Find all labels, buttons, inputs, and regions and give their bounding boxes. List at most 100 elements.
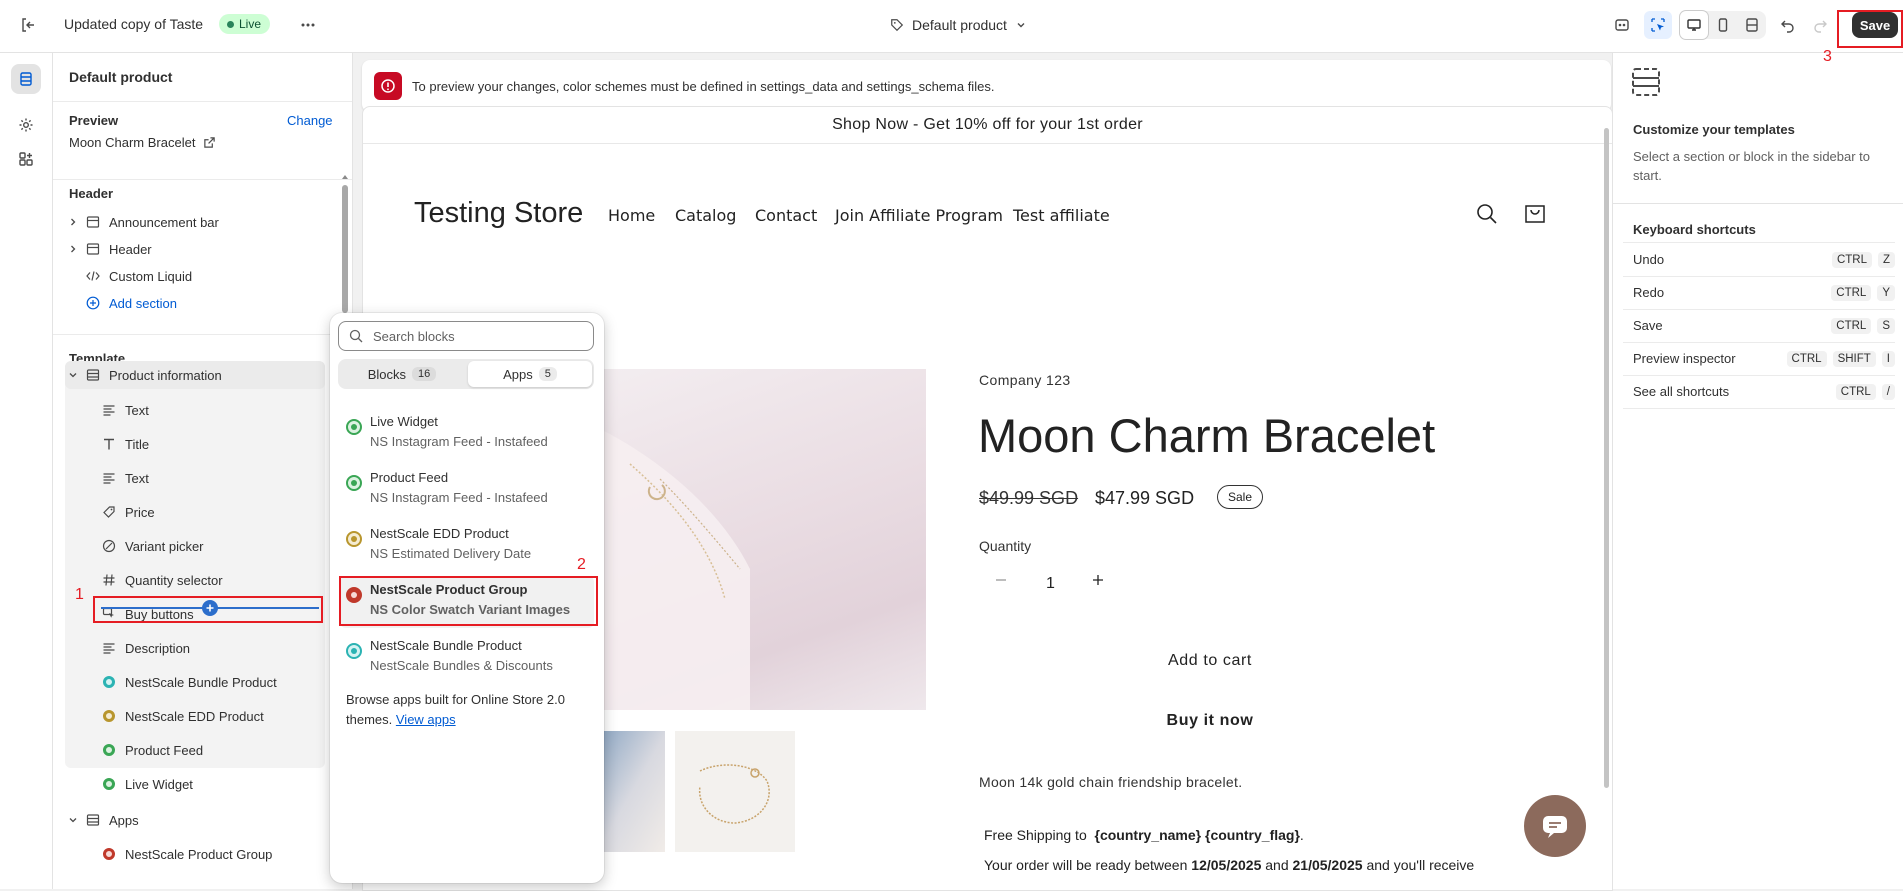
block-variant-picker[interactable]: Variant picker (101, 532, 352, 560)
buy-it-now-button[interactable]: Buy it now (979, 696, 1441, 746)
sections-icon[interactable] (11, 64, 41, 94)
product-thumbnail-1[interactable] (600, 731, 665, 852)
block-price[interactable]: Price (101, 498, 352, 526)
sidebar-item-product-information[interactable]: Product information (65, 361, 337, 389)
preview-product[interactable]: Moon Charm Bracelet (69, 135, 216, 150)
nav-contact[interactable]: Contact (755, 206, 817, 225)
annotation-number-1: 1 (75, 586, 84, 603)
block-text[interactable]: Text (101, 396, 352, 424)
sidebar-item-announcement-bar[interactable]: Announcement bar (65, 208, 337, 236)
key: S (1877, 317, 1895, 334)
block-description[interactable]: Description (101, 634, 352, 662)
tab-apps[interactable]: Apps 5 (468, 361, 592, 387)
preview-scrollbar-thumb[interactable] (1604, 128, 1609, 788)
block-product-feed[interactable]: Product Feed (101, 736, 352, 764)
cart-icon[interactable] (1523, 201, 1547, 225)
change-preview-link[interactable]: Change (287, 113, 333, 128)
annotation-number-2: 2 (577, 556, 586, 573)
redo-icon[interactable] (1806, 11, 1834, 39)
section-icon (85, 812, 101, 828)
banner-message: To preview your changes, color schemes m… (412, 78, 995, 94)
annotation-box-3 (1837, 10, 1903, 48)
search-placeholder: Search blocks (373, 328, 455, 344)
nav-catalog[interactable]: Catalog (675, 206, 736, 225)
chevron-down-icon[interactable] (65, 367, 81, 383)
block-live-widget[interactable]: Live Widget (101, 770, 352, 798)
shortcut-see-all[interactable]: See all shortcuts CTRL / (1623, 375, 1895, 409)
nav-test-affiliate[interactable]: Test affiliate (1013, 206, 1110, 225)
quantity-increase-icon[interactable] (1092, 574, 1104, 586)
inspector-panel: Customize your templates Select a sectio… (1612, 53, 1903, 889)
divider (363, 143, 1612, 144)
theme-settings-icon[interactable] (12, 111, 40, 139)
browse-apps-note: Browse apps built for Online Store 2.0 t… (346, 690, 586, 730)
key: CTRL (1786, 350, 1827, 367)
block-title[interactable]: Title (101, 430, 352, 458)
select-element-icon[interactable] (1644, 11, 1672, 39)
scrollbar-thumb[interactable] (342, 185, 348, 313)
tab-blocks-count: 16 (412, 367, 437, 381)
full-width-icon[interactable] (1738, 11, 1766, 39)
desktop-view-icon[interactable] (1680, 11, 1708, 39)
block-label: NestScale Product Group (125, 846, 273, 862)
app-block-nestscale-edd-product[interactable]: NestScale EDD Product NS Estimated Deliv… (340, 520, 594, 572)
shortcut-label: Save (1633, 318, 1663, 333)
product-thumbnail-2[interactable] (675, 731, 795, 852)
add-section-button[interactable]: Add section (85, 289, 352, 317)
app-block-live-widget[interactable]: Live Widget NS Instagram Feed - Instafee… (340, 408, 594, 460)
section-icon (85, 214, 101, 230)
app-block-product-feed[interactable]: Product Feed NS Instagram Feed - Instafe… (340, 464, 594, 516)
chevron-right-icon[interactable] (65, 214, 81, 230)
chevron-down-icon[interactable] (65, 812, 81, 828)
tab-apps-label: Apps (503, 366, 533, 382)
block-nestscale-bundle-product[interactable]: NestScale Bundle Product (101, 668, 352, 696)
bundle-app-icon (346, 643, 362, 659)
chevron-right-icon[interactable] (65, 241, 81, 257)
inspector-icon[interactable] (1608, 11, 1636, 39)
product-main-image[interactable] (600, 369, 926, 710)
sidebar-item-label: Product information (109, 367, 222, 383)
block-nestscale-product-group[interactable]: NestScale Product Group (101, 840, 352, 868)
search-icon[interactable] (1476, 203, 1498, 225)
chevron-down-icon (1017, 23, 1025, 28)
app-block-nestscale-bundle-product[interactable]: NestScale Bundle Product NestScale Bundl… (340, 632, 594, 684)
live-badge: Live (219, 14, 271, 34)
nav-join-affiliate[interactable]: Join Affiliate Program (835, 206, 1003, 225)
sidebar-title: Default product (69, 69, 173, 85)
block-label: Price (125, 504, 155, 520)
block-text[interactable]: Text (101, 464, 352, 492)
annotation-box-1 (93, 596, 323, 623)
block-nestscale-edd-product[interactable]: NestScale EDD Product (101, 702, 352, 730)
store-logo[interactable]: Testing Store (414, 197, 583, 230)
shortcut-preview-inspector: Preview inspector CTRL SHIFT I (1623, 342, 1895, 376)
ready-date-2: 21/05/2025 (1292, 857, 1363, 873)
annotation-number-3: 3 (1823, 48, 1832, 65)
preview-label: Preview (69, 113, 119, 128)
sidebar-item-header[interactable]: Header (65, 235, 337, 263)
undo-icon[interactable] (1774, 11, 1802, 39)
exit-icon[interactable] (14, 11, 42, 39)
tab-apps-count: 5 (538, 367, 557, 381)
quantity-decrease-icon[interactable] (995, 574, 1007, 586)
price-compare-at: $49.99 SGD (979, 488, 1079, 508)
more-actions-icon[interactable] (294, 11, 322, 39)
block-quantity-selector[interactable]: Quantity selector (101, 566, 352, 594)
key: CTRL (1831, 251, 1872, 268)
tab-blocks[interactable]: Blocks 16 (340, 361, 464, 387)
sidebar-item-apps[interactable]: Apps (65, 806, 337, 834)
block-label: Text (125, 470, 149, 486)
text-lines-icon (101, 640, 117, 656)
nav-home[interactable]: Home (608, 206, 655, 225)
quantity-input[interactable]: 1 (1046, 575, 1055, 593)
chat-widget-button[interactable] (1524, 795, 1586, 857)
divider (53, 334, 352, 335)
product-vendor: Company 123 (979, 372, 1071, 388)
app-embeds-icon[interactable] (12, 145, 40, 173)
search-blocks-input[interactable]: Search blocks (338, 321, 594, 351)
add-to-cart-button[interactable]: Add to cart (979, 636, 1441, 686)
view-apps-link[interactable]: View apps (396, 712, 456, 727)
top-bar: Updated copy of Taste Live Default produ… (0, 0, 1903, 53)
sidebar-item-custom-liquid[interactable]: Custom Liquid (85, 262, 352, 290)
template-selector[interactable]: Default product (890, 13, 1027, 37)
mobile-view-icon[interactable] (1709, 11, 1737, 39)
